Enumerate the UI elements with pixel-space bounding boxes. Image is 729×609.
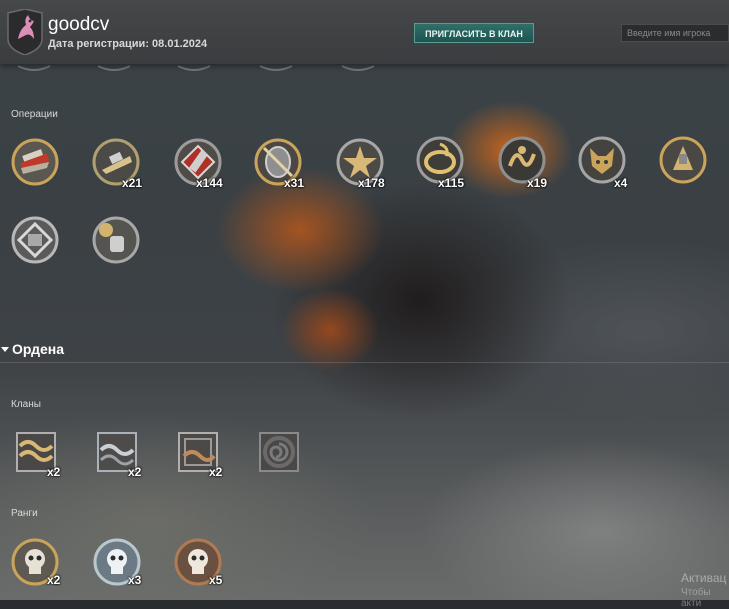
player-header: goodcv Дата регистрации: 08.01.2024 ПРИГ… bbox=[0, 0, 729, 64]
player-search-input[interactable] bbox=[621, 24, 729, 42]
rank-count: x2 bbox=[47, 573, 61, 587]
spiral-clan-icon[interactable] bbox=[255, 428, 303, 476]
operation-count: x178 bbox=[358, 176, 385, 190]
operations-label: Операции bbox=[11, 109, 58, 120]
clans-label: Кланы bbox=[11, 399, 41, 410]
fist-emblem-icon[interactable] bbox=[92, 216, 140, 264]
operation-count: x19 bbox=[527, 176, 548, 190]
clan-count: x2 bbox=[128, 465, 142, 479]
clan-emblem-icon bbox=[7, 9, 43, 55]
clan-count: x2 bbox=[209, 465, 223, 479]
red-ship-emblem-icon[interactable] bbox=[11, 138, 59, 186]
ranks-label: Ранги bbox=[11, 508, 38, 519]
collapse-caret-icon[interactable] bbox=[1, 347, 9, 352]
operation-count: x144 bbox=[196, 176, 223, 190]
silver-fortress-emblem-icon[interactable] bbox=[11, 216, 59, 264]
orders-section-header[interactable]: Ордена bbox=[0, 340, 729, 363]
orders-title: Ордена bbox=[12, 341, 65, 357]
registration-date: Дата регистрации: 08.01.2024 bbox=[48, 38, 208, 50]
clan-count: x2 bbox=[47, 465, 61, 479]
activation-watermark: Активац bbox=[681, 571, 727, 585]
operation-count: x31 bbox=[284, 176, 305, 190]
operation-count: x21 bbox=[122, 176, 143, 190]
operation-count: x115 bbox=[438, 176, 465, 190]
rank-count: x3 bbox=[128, 573, 142, 587]
activation-watermark-subtext: Чтобы акти bbox=[681, 587, 711, 609]
player-name: goodcv bbox=[48, 14, 110, 35]
battle-background bbox=[0, 0, 729, 600]
rank-count: x5 bbox=[209, 573, 223, 587]
gold-warrior-emblem-icon[interactable] bbox=[659, 136, 707, 184]
operation-count: x4 bbox=[614, 176, 628, 190]
invite-to-clan-button[interactable]: ПРИГЛАСИТЬ В КЛАН bbox=[414, 23, 534, 43]
